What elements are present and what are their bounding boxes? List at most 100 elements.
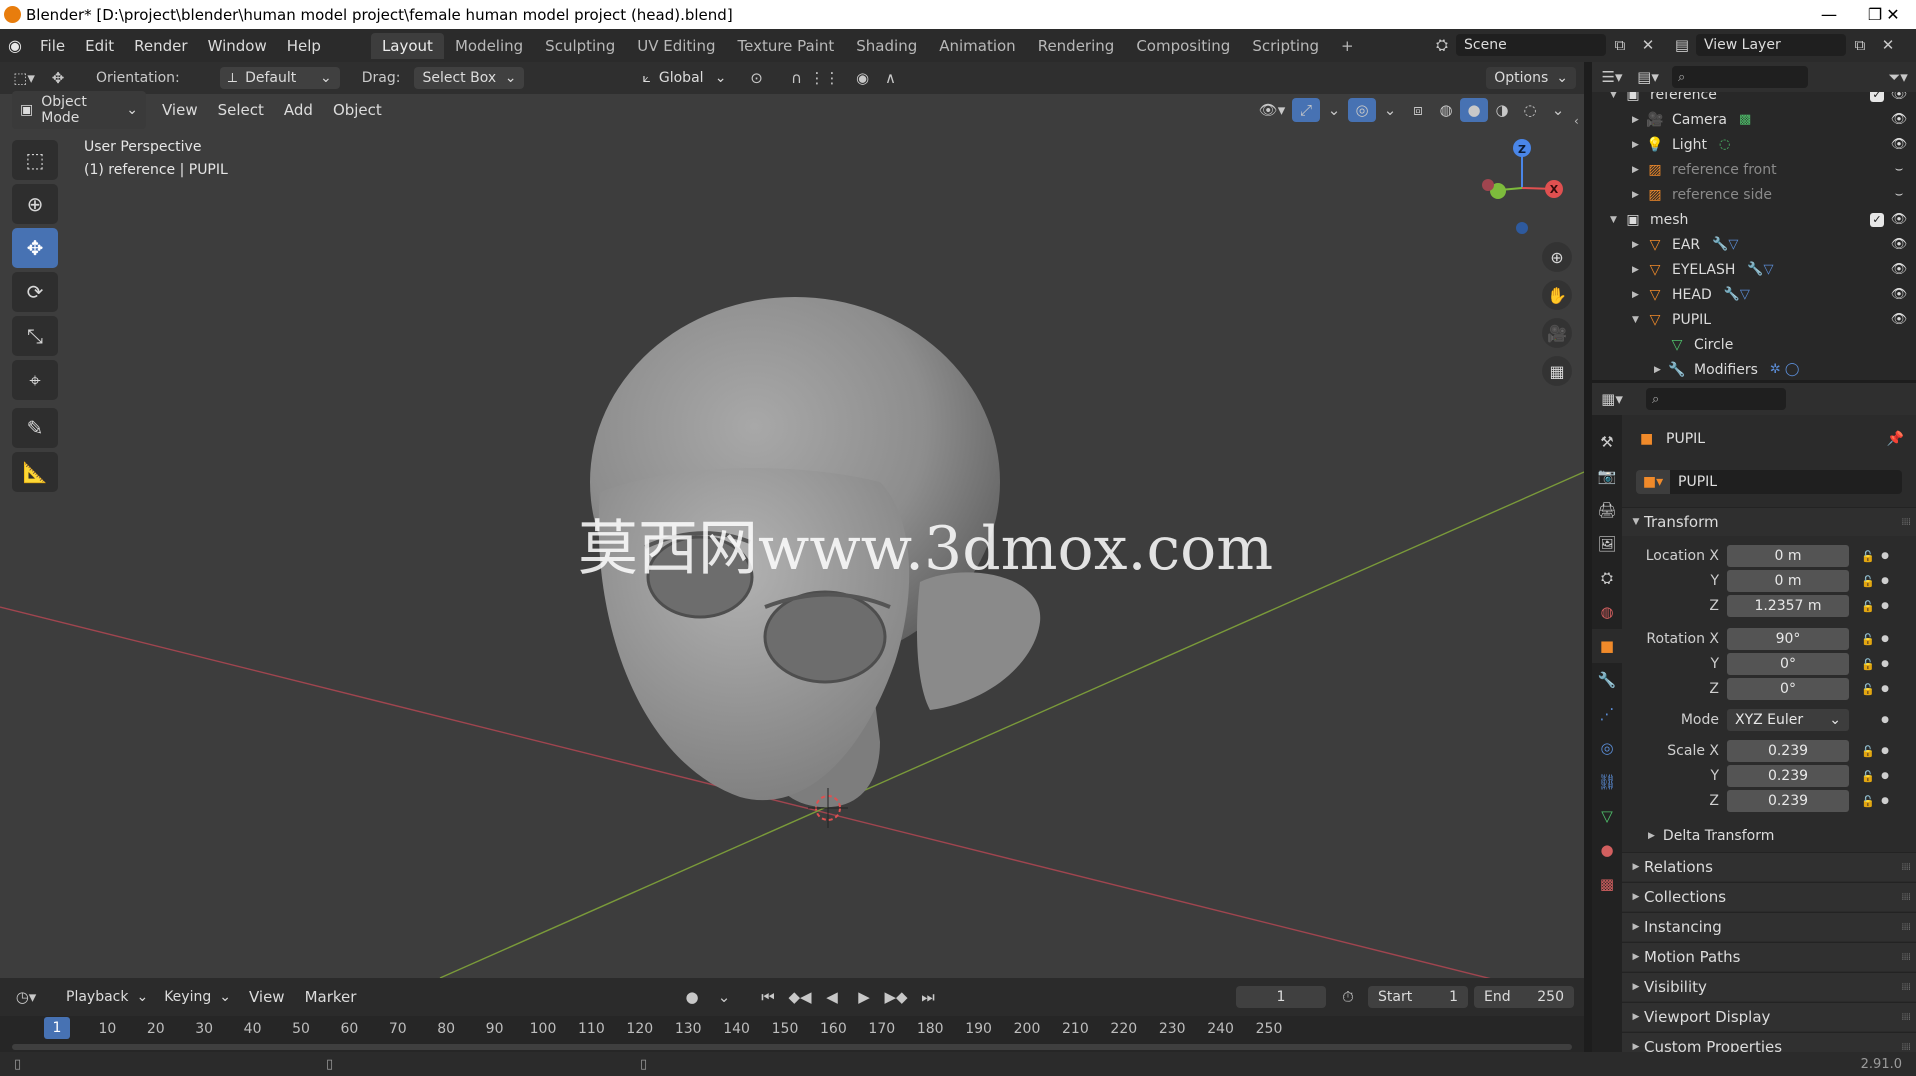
view-layer-icon[interactable]: ▤ <box>1668 33 1696 57</box>
location-z-field[interactable]: 1.2357 m <box>1727 595 1849 617</box>
menu-render[interactable]: Render <box>124 37 197 55</box>
drag-grip-icon[interactable]: ⁞⁞⁞⁞ <box>1901 982 1911 993</box>
render-tab-icon[interactable]: 📷 <box>1592 459 1622 493</box>
lock-icon[interactable]: 🔓 <box>1857 575 1879 588</box>
next-keyframe-icon[interactable]: ▶◆ <box>882 985 910 1009</box>
keyframe-dot-icon[interactable]: ● <box>1879 601 1891 611</box>
proportional-edit-icon[interactable]: ◉ <box>848 66 876 90</box>
eye-icon[interactable]: 👁 <box>1890 137 1908 152</box>
close-button[interactable]: ✕ <box>1870 0 1916 29</box>
property-section-header[interactable]: ▶ Viewport Display ⁞⁞⁞⁞ <box>1622 1002 1916 1031</box>
chevron-down-icon[interactable]: ⌄ <box>1376 98 1404 122</box>
delete-scene-icon[interactable]: ✕ <box>1634 33 1662 57</box>
collapsed-triangle-icon[interactable]: ▶ <box>1632 240 1646 250</box>
constraints-tab-icon[interactable]: ⛓ <box>1592 765 1622 799</box>
object-name-field[interactable]: PUPIL <box>1670 470 1902 494</box>
outliner-row[interactable]: ▶ ▽ HEAD 🔧▽ 👁 <box>1592 282 1916 307</box>
outliner-row[interactable]: ▶ ▽ EYELASH 🔧▽ 👁 <box>1592 257 1916 282</box>
camera-view-icon[interactable]: 🎥 <box>1542 318 1572 348</box>
collapsed-triangle-icon[interactable]: ▶ <box>1632 165 1646 175</box>
lock-icon[interactable]: 🔓 <box>1857 770 1879 783</box>
timeline-scrollbar[interactable] <box>12 1044 1572 1050</box>
transform-tool-icon[interactable]: ⌖ <box>12 360 58 400</box>
collapsed-triangle-icon[interactable]: ▶ <box>1632 265 1646 275</box>
keyframe-dot-icon[interactable]: ● <box>1879 576 1891 586</box>
menu-edit[interactable]: Edit <box>75 37 124 55</box>
property-section-header[interactable]: ▶ Custom Properties ⁞⁞⁞⁞ <box>1622 1032 1916 1052</box>
eye-icon[interactable]: 👁 <box>1890 92 1908 102</box>
material-tab-icon[interactable]: ● <box>1592 833 1622 867</box>
transform-orientation-dropdown[interactable]: ⟀ Global ⌄ <box>634 67 734 89</box>
keyframe-dot-icon[interactable]: ● <box>1879 715 1891 725</box>
tab-layout[interactable]: Layout <box>370 32 444 59</box>
eye-closed-icon[interactable]: ⌣ <box>1890 162 1908 177</box>
move-tool-icon[interactable]: ✥ <box>12 228 58 268</box>
add-workspace-button[interactable]: + <box>1330 33 1365 59</box>
expanded-triangle-icon[interactable]: ▼ <box>1632 315 1646 325</box>
annotate-tool-icon[interactable]: ✎ <box>12 408 58 448</box>
object-browse-icon[interactable]: ■▾ <box>1636 470 1670 494</box>
keyframe-dot-icon[interactable]: ● <box>1879 746 1891 756</box>
modifier-wrench-icon[interactable]: 🔧▽ <box>1747 262 1773 277</box>
exclude-checkbox[interactable]: ✓ <box>1870 212 1884 227</box>
lock-icon[interactable]: 🔓 <box>1857 600 1879 613</box>
modifier-wrench-icon[interactable]: 🔧▽ <box>1724 287 1750 302</box>
collapsed-triangle-icon[interactable]: ▶ <box>1632 115 1646 125</box>
keyframe-dot-icon[interactable]: ● <box>1879 634 1891 644</box>
texture-tab-icon[interactable]: ▩ <box>1592 867 1622 901</box>
expanded-triangle-icon[interactable]: ▼ <box>1610 92 1624 100</box>
select-box-tool-icon[interactable]: ⬚ <box>12 140 58 180</box>
lock-icon[interactable]: 🔓 <box>1857 550 1879 563</box>
rotate-tool-icon[interactable]: ⟳ <box>12 272 58 312</box>
rendered-shading-icon[interactable]: ◌ <box>1516 98 1544 122</box>
tool-tab-icon[interactable]: ⚒ <box>1592 425 1622 459</box>
falloff-curve-icon[interactable]: ∧ <box>876 66 904 90</box>
properties-editor-type-icon[interactable]: ▦▾ <box>1598 387 1626 411</box>
tab-shading[interactable]: Shading <box>845 33 928 59</box>
zoom-icon[interactable]: ⊕ <box>1542 242 1572 272</box>
drag-grip-icon[interactable]: ⁞⁞⁞⁞ <box>1901 862 1911 873</box>
scene-selector-icon[interactable]: ⛭ <box>1428 33 1456 57</box>
new-scene-icon[interactable]: ⧉ <box>1606 33 1634 57</box>
menu-help[interactable]: Help <box>277 37 331 55</box>
outliner-row[interactable]: ▶ ▨ reference front ⌣ <box>1592 157 1916 182</box>
snap-target-icon[interactable]: ⋮⋮ <box>809 66 839 90</box>
timeline-menu-view[interactable]: View <box>239 988 295 1006</box>
menu-object[interactable]: Object <box>323 101 392 119</box>
lock-icon[interactable]: 🔓 <box>1857 683 1879 696</box>
delete-view-layer-icon[interactable]: ✕ <box>1874 33 1902 57</box>
start-frame-field[interactable]: Start 1 <box>1368 986 1468 1008</box>
solid-shading-icon[interactable]: ● <box>1460 97 1488 122</box>
mesh-data-tab-icon[interactable]: ▽ <box>1592 799 1622 833</box>
drag-grip-icon[interactable]: ⁞⁞⁞⁞ <box>1901 1012 1911 1023</box>
outliner-row[interactable]: ▶ ▽ EAR 🔧▽ 👁 <box>1592 232 1916 257</box>
eye-icon[interactable]: 👁 <box>1890 212 1908 227</box>
eye-icon[interactable]: 👁 <box>1890 112 1908 127</box>
light-data-icon[interactable]: ◌ <box>1719 137 1730 152</box>
display-mode-icon[interactable]: ▤▾ <box>1634 65 1662 89</box>
outliner-search-input[interactable]: ⌕ <box>1672 66 1808 88</box>
scale-y-field[interactable]: 0.239 <box>1727 765 1849 787</box>
object-tab-icon[interactable]: ■ <box>1592 629 1622 663</box>
orthographic-grid-icon[interactable]: ▦ <box>1542 356 1572 386</box>
outliner-row[interactable]: ▶ 🎥 Camera ▩ 👁 <box>1592 107 1916 132</box>
end-frame-field[interactable]: End 250 <box>1474 986 1574 1008</box>
orientation-dropdown[interactable]: ⟂ Default ⌄ <box>219 67 340 89</box>
menu-select[interactable]: Select <box>208 101 274 119</box>
outliner-row[interactable]: ▼ ▣ mesh ✓ 👁 <box>1592 207 1916 232</box>
collapsed-triangle-icon[interactable]: ▶ <box>1632 140 1646 150</box>
play-reverse-icon[interactable]: ◀ <box>818 985 846 1009</box>
collapsed-triangle-icon[interactable]: ▶ <box>1632 190 1646 200</box>
keyframe-dot-icon[interactable]: ● <box>1879 796 1891 806</box>
outliner-row[interactable]: ▽ Circle <box>1592 332 1916 357</box>
menu-add[interactable]: Add <box>274 101 323 119</box>
jump-end-icon[interactable]: ⏭ <box>914 985 942 1009</box>
move-tool-icon[interactable]: ✥ <box>44 66 72 90</box>
pivot-point-icon[interactable]: ⊙ <box>742 66 770 90</box>
gizmo-toggle-icon[interactable]: ⤢ <box>1292 97 1320 122</box>
property-section-header[interactable]: ▶ Visibility ⁞⁞⁞⁞ <box>1622 972 1916 1001</box>
overlay-toggle-icon[interactable]: ◎ <box>1348 97 1376 122</box>
modifier-stack-icon[interactable]: ✲ ◯ <box>1770 362 1800 377</box>
eye-icon[interactable]: 👁 <box>1890 312 1908 327</box>
location-y-field[interactable]: 0 m <box>1727 570 1849 592</box>
